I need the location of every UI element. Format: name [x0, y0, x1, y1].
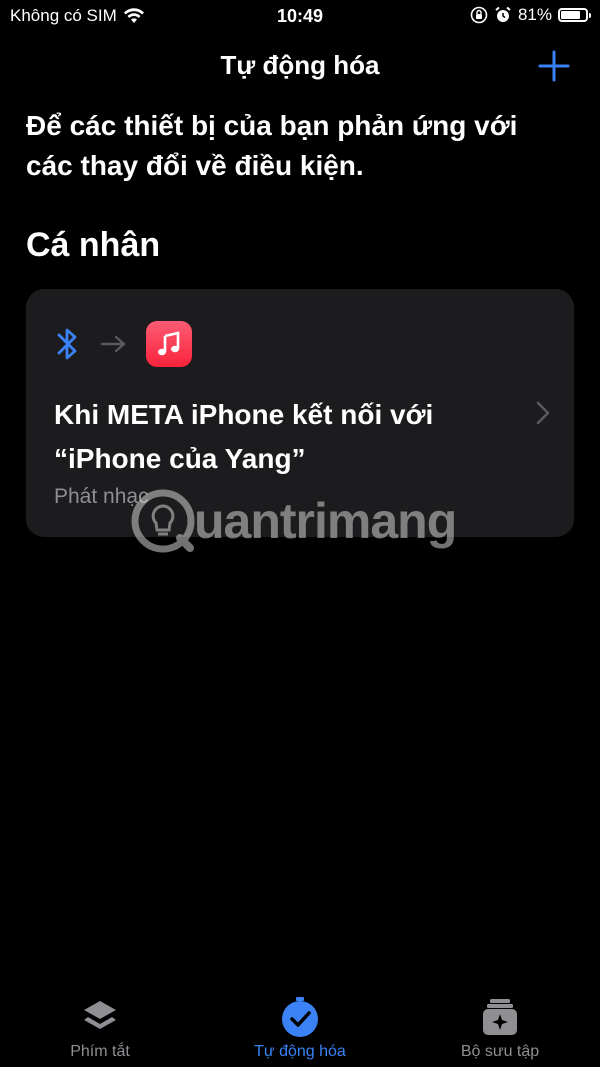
- rotation-lock-icon: [470, 6, 488, 24]
- automation-screen: Không có SIM 10:49 81% Tự động hóa Để cá…: [0, 0, 600, 1067]
- tab-label-gallery: Bộ sưu tập: [460, 1043, 540, 1060]
- watermark-logo: uantrimang: [128, 486, 457, 556]
- lightbulb-logo-icon: [131, 489, 195, 553]
- page-title: Tự động hóa: [220, 50, 380, 80]
- tab-automation[interactable]: Tự động hóa: [200, 995, 400, 1061]
- status-bar: Không có SIM 10:49 81%: [0, 0, 600, 34]
- alarm-icon: [495, 6, 511, 22]
- gallery-sparkle-icon: [483, 999, 517, 1035]
- bluetooth-icon: [57, 328, 77, 360]
- tab-gallery[interactable]: Bộ sưu tập: [400, 995, 600, 1061]
- watermark-text: uantrimang: [194, 493, 457, 549]
- tab-label-automation: Tự động hóa: [254, 1043, 346, 1060]
- plus-icon: [538, 50, 570, 82]
- section-header-personal: Cá nhân: [26, 226, 161, 264]
- page-description: Để các thiết bị của bạn phản ứng với các…: [26, 110, 518, 181]
- battery-icon: [558, 8, 591, 22]
- music-app-icon: [146, 321, 192, 367]
- layers-icon: [84, 1001, 116, 1029]
- clock-check-icon: [282, 997, 318, 1037]
- automation-title: Khi META iPhone kết nối với “iPhone của …: [54, 399, 434, 474]
- tab-shortcuts[interactable]: Phím tắt: [0, 995, 200, 1061]
- tab-label-shortcuts: Phím tắt: [70, 1043, 130, 1060]
- add-automation-button[interactable]: [536, 48, 572, 84]
- battery-fill: [561, 11, 581, 19]
- music-note-icon: [158, 331, 180, 356]
- arrow-right-icon: [100, 335, 126, 353]
- tab-bar: Phím tắt Tự động hóa Bộ sưu tập: [0, 989, 600, 1067]
- chevron-right-icon: [536, 401, 550, 425]
- battery-percent: 81%: [517, 5, 552, 24]
- status-right: 81%: [470, 5, 591, 25]
- card-icons: [54, 321, 192, 367]
